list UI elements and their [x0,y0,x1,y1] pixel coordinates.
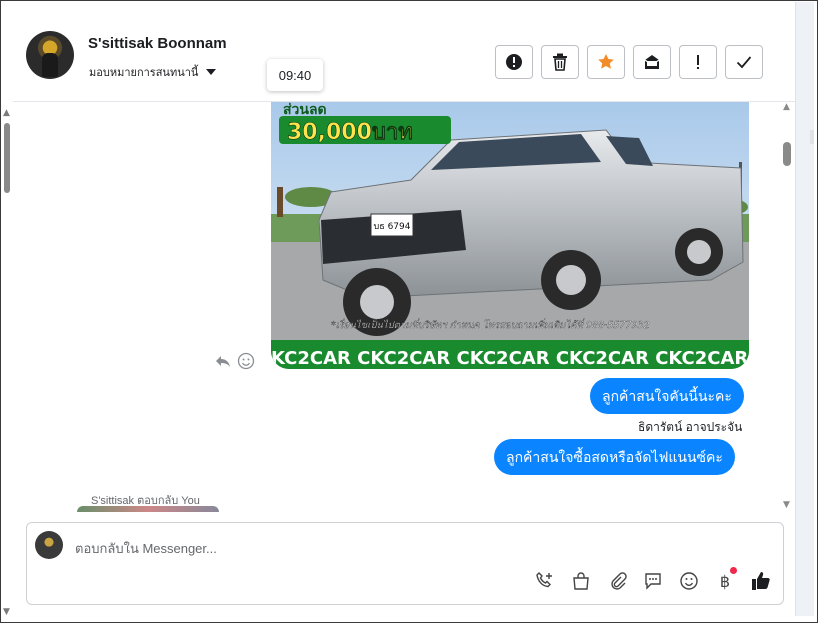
emoji-icon[interactable] [677,569,701,593]
scroll-up-arrow[interactable]: ▲ [3,109,10,118]
sender-label: ธิดารัตน์ อาจประจัน [638,420,743,434]
assign-label: มอบหมายการสนทนานี้ [89,67,199,79]
car-promo-image[interactable]: บธ 6794 ส่วนลด 30,000บาท *เงื่อนไขเป็นไป… [271,102,749,369]
baht-icon[interactable]: ฿ [713,567,737,593]
contact-avatar[interactable] [26,31,74,79]
assign-conversation-dropdown[interactable]: มอบหมายการสนทนานี้ [89,63,217,81]
reply-preview-image[interactable] [77,506,219,512]
star-icon [598,54,614,69]
chat-bubble-icon[interactable] [641,569,665,593]
scroll-down-arrow[interactable]: ▼ [783,500,790,510]
composer-tools: ฿ [533,567,773,593]
avatar-figure [42,53,58,77]
delete-button[interactable] [541,45,579,79]
message-bubble[interactable]: ลูกค้าสนใจคันนี้นะคะ [590,378,744,414]
mail-icon [644,55,660,69]
left-scrollbar[interactable]: ▲ ▼ [3,109,11,617]
thumbs-up-icon[interactable] [749,569,773,593]
conversation-header: S'sittisak Boonnam มอบหมายการสนทนานี้ [13,9,795,102]
right-edge-panel [795,2,814,616]
notification-dot [730,567,737,574]
header-actions [495,45,763,79]
page-avatar [35,531,63,559]
chevron-down-icon [206,69,217,75]
plate-text: บธ 6794 [374,222,411,232]
star-button[interactable] [587,45,625,79]
scroll-up-arrow[interactable]: ▲ [783,102,790,112]
follow-up-button[interactable] [679,45,717,79]
footer-note: *เงื่อนไขเป็นไปตามที่บริษัทฯ กำหนด โทรสอ… [331,318,650,331]
contact-name[interactable]: S'sittisak Boonnam [88,35,227,52]
promo-headline: ส่วนลด [283,102,327,118]
message-tools [215,352,255,370]
phone-add-icon[interactable] [533,569,557,593]
thread-scrollbar[interactable]: ▲ ▼ [782,102,794,512]
pickup-truck-photo: บธ 6794 ส่วนลด 30,000บาท *เงื่อนไขเป็นไป… [271,102,749,369]
messenger-window: ▲ ▼ S'sittisak Boonnam มอบหมายการสนทนานี… [0,0,818,623]
check-icon [736,56,752,69]
reply-composer: ฿ [26,522,784,605]
shop-icon[interactable] [569,569,593,593]
mark-done-button[interactable] [725,45,763,79]
promo-amount: 30,000บาท [287,120,413,145]
exclamation-icon [697,55,699,69]
alert-circle-icon [506,54,522,70]
mark-unread-button[interactable] [633,45,671,79]
message-thread: บธ 6794 ส่วนลด 30,000บาท *เงื่อนไขเป็นไป… [13,102,783,512]
scroll-thumb[interactable] [4,123,10,193]
timestamp-tooltip: 09:40 [267,59,323,91]
scroll-down-arrow[interactable]: ▼ [3,608,10,617]
scroll-thumb[interactable] [783,142,791,166]
reply-icon[interactable] [215,353,231,369]
reply-input[interactable] [73,535,677,561]
message-bubble[interactable]: ลูกค้าสนใจซื้อสดหรือจัดไฟแนนซ์คะ [494,439,735,475]
banner-text: KC2CAR CKC2CAR CKC2CAR CKC2CAR CKC2CAR C… [271,348,749,369]
edge-tick [810,130,814,144]
spam-button[interactable] [495,45,533,79]
emoji-react-icon[interactable] [237,352,255,370]
trash-icon [553,53,567,71]
paperclip-icon[interactable] [605,569,629,593]
